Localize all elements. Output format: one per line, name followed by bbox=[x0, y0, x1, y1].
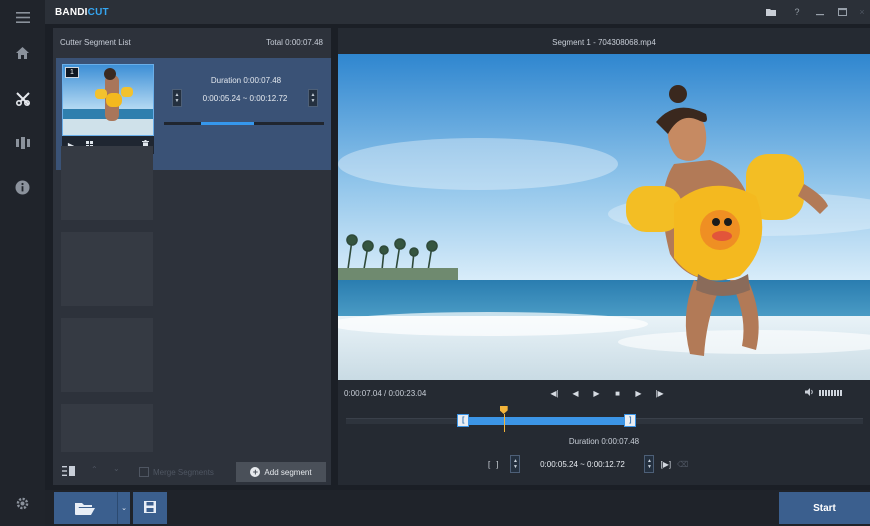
home-icon[interactable] bbox=[0, 40, 45, 66]
title-bar: BANDICUT ? × bbox=[45, 0, 870, 24]
timeline-start-handle[interactable]: [ bbox=[457, 414, 470, 427]
volume-bars[interactable] bbox=[819, 390, 843, 396]
previous-frame-icon[interactable]: ◀ bbox=[565, 386, 586, 400]
empty-slot bbox=[61, 318, 153, 392]
merge-segments-checkbox[interactable] bbox=[139, 467, 149, 477]
joiner-icon[interactable] bbox=[0, 130, 45, 156]
bottom-bar: ⌄ Start bbox=[45, 490, 870, 526]
range-spinner[interactable]: ▲ ▼ 0:00:05.24 ~ 0:00:12.72 ▲ ▼ bbox=[510, 455, 655, 473]
segment-list-title: Cutter Segment List bbox=[60, 38, 131, 47]
playhead-marker[interactable] bbox=[499, 406, 508, 414]
start-button[interactable]: Start bbox=[779, 492, 870, 524]
start-stepper[interactable]: ▲ ▼ bbox=[172, 89, 182, 107]
segment-range-text[interactable]: 0:00:05.24 ~ 0:00:12.72 bbox=[182, 89, 308, 107]
go-to-end-icon[interactable]: |▶ bbox=[649, 386, 670, 400]
open-dropdown-icon[interactable]: ⌄ bbox=[117, 492, 130, 524]
open-folder-icon[interactable] bbox=[54, 492, 116, 524]
menu-icon[interactable] bbox=[0, 4, 45, 30]
chevron-down-icon[interactable]: ⌄ bbox=[113, 464, 120, 473]
preview-panel: Segment 1 - 704308068.mp4 0:00:07.04 / 0… bbox=[338, 28, 870, 485]
settings-icon[interactable] bbox=[0, 490, 45, 516]
timeline-selection[interactable] bbox=[463, 417, 631, 425]
plus-icon: + bbox=[250, 467, 261, 477]
play-selection-icon[interactable]: [▶] bbox=[660, 460, 671, 469]
add-segment-label: Add segment bbox=[264, 467, 312, 477]
volume-control[interactable] bbox=[805, 388, 843, 398]
timeline-end-handle[interactable]: ] bbox=[624, 414, 637, 427]
close-icon[interactable]: × bbox=[854, 4, 870, 20]
help-icon[interactable]: ? bbox=[789, 4, 805, 20]
segment-file-title: Segment 1 - 704308068.mp4 bbox=[552, 38, 656, 47]
open-file-button[interactable]: ⌄ bbox=[54, 492, 130, 524]
selection-duration: Duration 0:00:07.48 bbox=[568, 437, 640, 446]
save-button[interactable] bbox=[133, 492, 167, 524]
play-icon[interactable]: ▶ bbox=[586, 386, 607, 400]
delete-selection-icon[interactable]: ⌫ bbox=[677, 460, 688, 469]
info-icon[interactable] bbox=[0, 174, 45, 200]
range-start-stepper[interactable]: ▲ ▼ bbox=[510, 455, 521, 473]
empty-slot bbox=[61, 232, 153, 306]
set-end-icon[interactable]: ] bbox=[496, 460, 498, 469]
list-view-icon[interactable] bbox=[62, 466, 75, 478]
stop-icon[interactable]: ■ bbox=[607, 386, 628, 400]
set-start-icon[interactable]: [ bbox=[488, 460, 490, 469]
segment-list-panel: Cutter Segment List Total 0:00:07.48 1 ▶ bbox=[53, 28, 331, 485]
app-logo: BANDICUT bbox=[55, 7, 109, 18]
segment-number: 1 bbox=[65, 67, 79, 78]
merge-segments-label: Merge Segments bbox=[153, 468, 214, 477]
speaker-icon[interactable] bbox=[805, 388, 815, 398]
range-end-stepper[interactable]: ▲ ▼ bbox=[644, 455, 655, 473]
add-segment-button[interactable]: + Add segment bbox=[236, 462, 326, 482]
side-rail bbox=[0, 0, 45, 526]
save-icon bbox=[144, 501, 156, 515]
folder-icon[interactable] bbox=[763, 4, 779, 20]
range-controls: [ ] ▲ ▼ 0:00:05.24 ~ 0:00:12.72 ▲ ▼ [▶] ⌫ bbox=[488, 455, 688, 473]
segment-duration: Duration 0:00:07.48 bbox=[210, 76, 282, 85]
cutter-icon[interactable] bbox=[0, 86, 45, 112]
empty-slot bbox=[61, 404, 153, 452]
maximize-icon[interactable] bbox=[834, 4, 850, 20]
playhead-line bbox=[503, 414, 505, 432]
go-to-start-icon[interactable]: ◀| bbox=[544, 386, 565, 400]
empty-slot bbox=[61, 146, 153, 220]
playback-controls: ◀| ◀ ▶ ■ ▶ |▶ bbox=[544, 386, 670, 400]
segment-list-footer: ⌃ ⌄ Merge Segments + Add segment bbox=[53, 460, 331, 485]
segment-range-spinner[interactable]: ▲ ▼ 0:00:05.24 ~ 0:00:12.72 ▲ ▼ bbox=[172, 88, 318, 108]
minimize-icon[interactable] bbox=[812, 4, 828, 20]
video-preview[interactable] bbox=[338, 54, 870, 380]
chevron-up-icon[interactable]: ⌃ bbox=[91, 465, 98, 474]
segment-progress-track bbox=[164, 122, 324, 125]
end-stepper[interactable]: ▲ ▼ bbox=[308, 89, 318, 107]
total-duration: Total 0:00:07.48 bbox=[266, 38, 323, 47]
playback-time: 0:00:07.04 / 0:00:23.04 bbox=[344, 389, 427, 398]
segment-list-header: Cutter Segment List Total 0:00:07.48 bbox=[53, 28, 331, 56]
range-text[interactable]: 0:00:05.24 ~ 0:00:12.72 bbox=[520, 455, 644, 473]
next-frame-icon[interactable]: ▶ bbox=[628, 386, 649, 400]
segment-progress-fill bbox=[200, 122, 254, 125]
